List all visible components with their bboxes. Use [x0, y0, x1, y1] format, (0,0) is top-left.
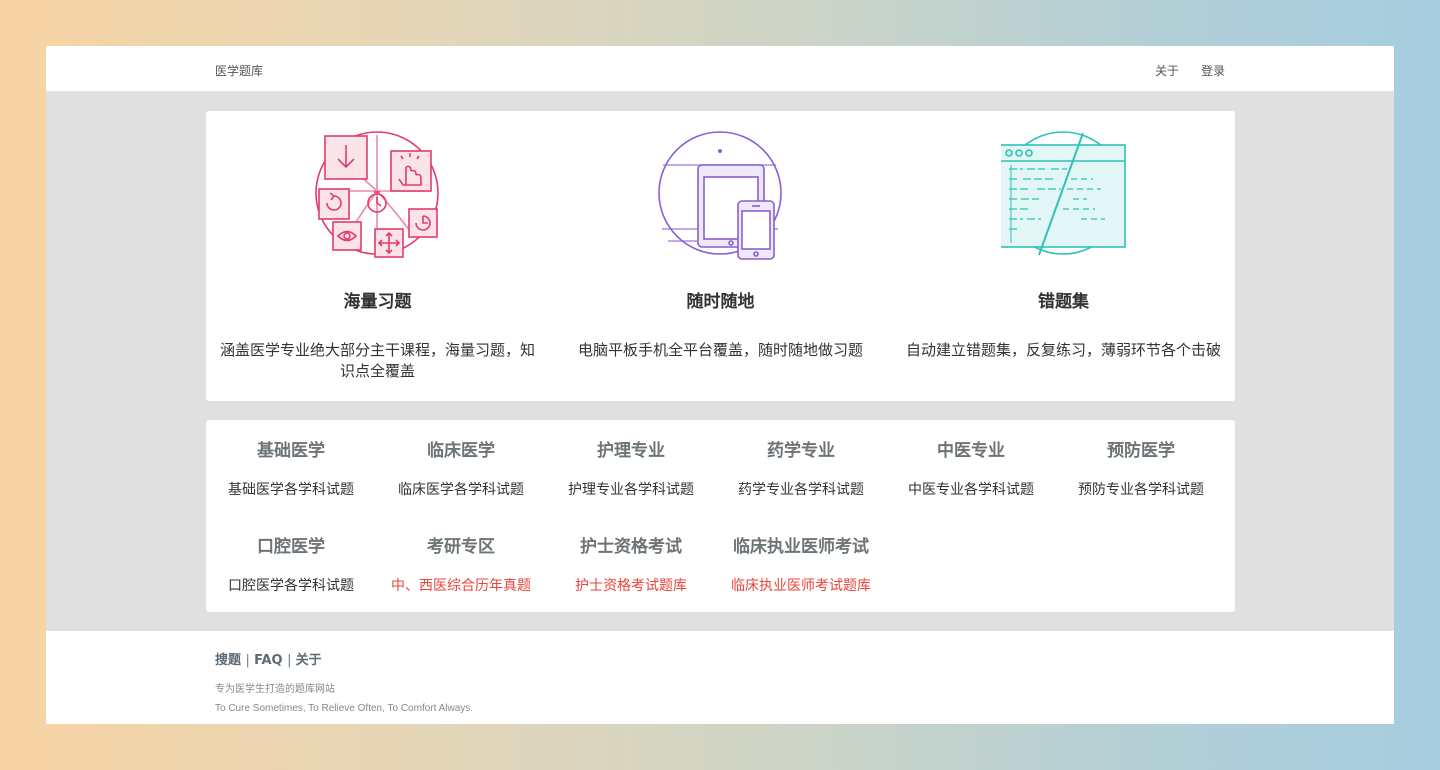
footer-separator: |: [245, 653, 255, 668]
feature-description: 涵盖医学专业绝大部分主干课程，海量习题，知识点全覆盖: [219, 341, 535, 380]
feature-anywhere: 随时随地 电脑平板手机全平台覆盖，随时随地做习题: [549, 111, 892, 401]
feature-title: 错题集: [1038, 292, 1089, 312]
devices-icon: [657, 131, 782, 260]
footer-motto: To Cure Sometimes, To Relieve Often, To …: [215, 703, 474, 714]
feature-description: 自动建立错题集，反复练习，薄弱环节各个击破: [905, 341, 1221, 359]
subject-pharmacy[interactable]: 药学专业 药学专业各学科试题: [716, 440, 886, 536]
features-panel: 海量习题 涵盖医学专业绝大部分主干课程，海量习题，知识点全覆盖 随时随地 电脑平…: [206, 111, 1235, 401]
practice-icon: [314, 131, 439, 258]
nav-links: 关于 登录: [1155, 62, 1225, 79]
subject-name: 预防医学: [1107, 441, 1175, 461]
footer-separator: |: [287, 653, 296, 668]
subject-description: 口腔医学各学科试题: [228, 578, 354, 594]
feature-practice: 海量习题 涵盖医学专业绝大部分主干课程，海量习题，知识点全覆盖: [206, 111, 549, 401]
subject-name: 口腔医学: [257, 537, 325, 557]
subject-basic-medicine[interactable]: 基础医学 基础医学各学科试题: [206, 440, 376, 536]
subject-description: 护士资格考试题库: [575, 578, 687, 594]
footer: 搜题 | FAQ | 关于 专为医学生打造的题库网站 To Cure Somet…: [46, 631, 1394, 724]
subject-name: 基础医学: [257, 441, 325, 461]
subject-name: 药学专业: [767, 441, 835, 461]
subject-name: 临床执业医师考试: [733, 537, 869, 557]
subject-nursing[interactable]: 护理专业 护理专业各学科试题: [546, 440, 716, 536]
subject-preventive-medicine[interactable]: 预防医学 预防专业各学科试题: [1056, 440, 1226, 536]
nav-about-link[interactable]: 关于: [1155, 62, 1179, 79]
browser-window: 医学题库 关于 登录 海量习题 涵盖医学专业绝大部分主干课程，海量习题，知识点全…: [46, 46, 1394, 724]
subject-row: 口腔医学 口腔医学各学科试题 考研专区 中、西医综合历年真题 护士资格考试 护士…: [206, 536, 1235, 632]
subject-tcm[interactable]: 中医专业 中医专业各学科试题: [886, 440, 1056, 536]
subject-description: 预防专业各学科试题: [1078, 482, 1204, 498]
subject-postgraduate-exam[interactable]: 考研专区 中、西医综合历年真题: [376, 536, 546, 632]
footer-tagline: 专为医学生打造的题库网站: [215, 684, 335, 695]
subject-description: 中医专业各学科试题: [908, 482, 1034, 498]
feature-wrong-answers: 错题集 自动建立错题集，反复练习，薄弱环节各个击破: [892, 111, 1235, 401]
subject-clinical-medicine[interactable]: 临床医学 临床医学各学科试题: [376, 440, 546, 536]
subject-name: 中医专业: [937, 441, 1005, 461]
footer-about-link[interactable]: 关于: [296, 653, 322, 668]
subject-name: 护士资格考试: [580, 537, 682, 557]
subjects-panel: 基础医学 基础医学各学科试题 临床医学 临床医学各学科试题 护理专业 护理专业各…: [206, 420, 1235, 612]
subject-name: 考研专区: [427, 537, 495, 557]
navbar: 医学题库 关于 登录: [46, 46, 1394, 92]
footer-links: 搜题 | FAQ | 关于: [215, 649, 322, 668]
brand-link[interactable]: 医学题库: [215, 62, 263, 79]
subject-physician-license[interactable]: 临床执业医师考试 临床执业医师考试题库: [716, 536, 886, 632]
subject-description: 护理专业各学科试题: [568, 482, 694, 498]
feature-title: 随时随地: [686, 292, 755, 312]
subject-description: 中、西医综合历年真题: [391, 578, 531, 594]
subject-row: 基础医学 基础医学各学科试题 临床医学 临床医学各学科试题 护理专业 护理专业各…: [206, 440, 1235, 536]
subject-name: 临床医学: [427, 441, 495, 461]
feature-description: 电脑平板手机全平台覆盖，随时随地做习题: [577, 341, 863, 359]
footer-faq-link[interactable]: FAQ: [254, 653, 283, 668]
subject-description: 临床执业医师考试题库: [731, 578, 871, 594]
wrong-answers-icon: [1000, 131, 1126, 256]
feature-title: 海量习题: [343, 292, 412, 312]
subject-name: 护理专业: [597, 441, 665, 461]
subject-stomatology[interactable]: 口腔医学 口腔医学各学科试题: [206, 536, 376, 632]
footer-search-link[interactable]: 搜题: [215, 653, 241, 668]
subject-description: 基础医学各学科试题: [228, 482, 354, 498]
subject-nurse-qualification[interactable]: 护士资格考试 护士资格考试题库: [546, 536, 716, 632]
subject-description: 药学专业各学科试题: [738, 482, 864, 498]
subject-description: 临床医学各学科试题: [398, 482, 524, 498]
nav-login-link[interactable]: 登录: [1201, 62, 1225, 79]
